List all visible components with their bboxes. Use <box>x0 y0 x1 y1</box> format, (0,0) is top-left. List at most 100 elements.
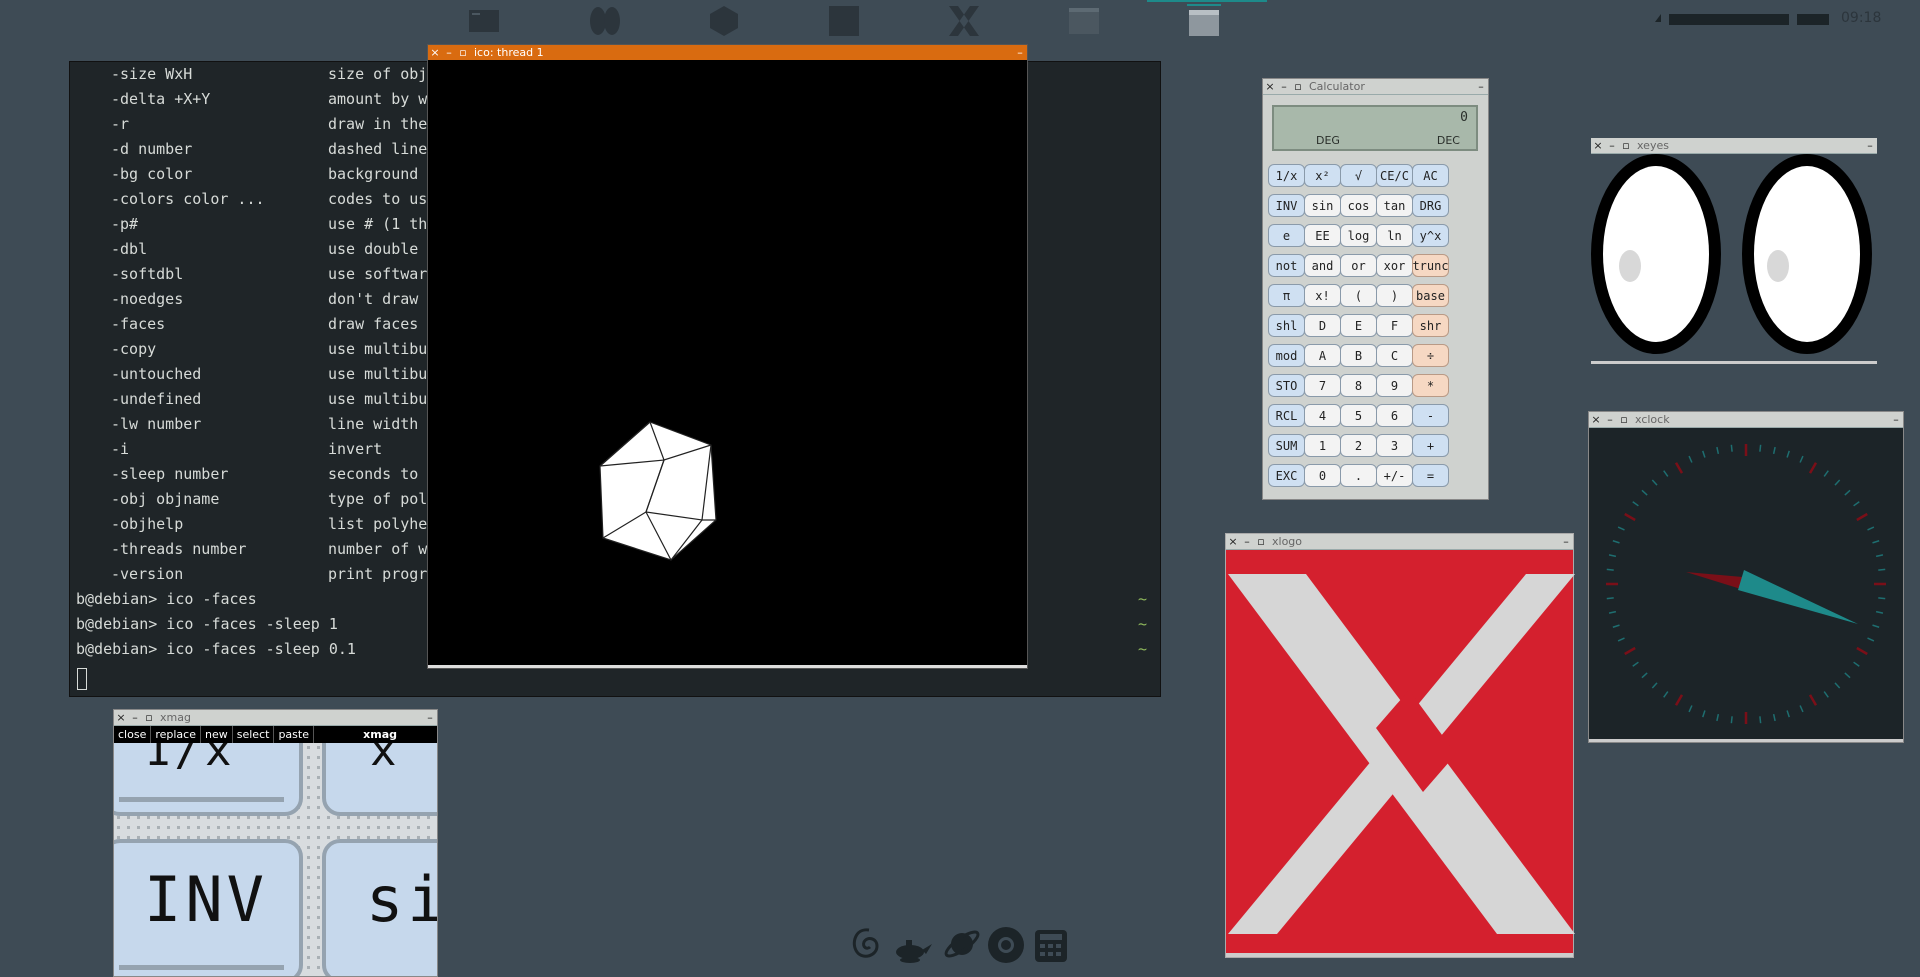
calc-key[interactable]: tan <box>1376 194 1413 217</box>
eyes-icon[interactable] <box>587 4 623 38</box>
xmag-titlebar[interactable]: × – ▫ xmag – <box>114 710 437 726</box>
calc-key[interactable]: 0 <box>1304 464 1341 487</box>
calc-key[interactable]: e <box>1268 224 1305 247</box>
clock-window-icon[interactable] <box>1066 4 1102 38</box>
calc-key[interactable]: or <box>1340 254 1377 277</box>
close-icon[interactable]: × <box>1591 138 1605 153</box>
paste-button[interactable]: paste <box>274 726 314 743</box>
calc-key[interactable]: y^x <box>1412 224 1449 247</box>
xclock-titlebar[interactable]: × – ▫ xclock – <box>1589 412 1903 428</box>
calc-key[interactable]: EE <box>1304 224 1341 247</box>
new-button[interactable]: new <box>201 726 233 743</box>
minimize-icon[interactable]: – <box>1240 534 1254 549</box>
close-icon[interactable]: × <box>428 45 442 60</box>
maximize-icon[interactable]: ▫ <box>1254 534 1268 549</box>
calc-key[interactable]: 2 <box>1340 434 1377 457</box>
calc-key[interactable]: 7 <box>1304 374 1341 397</box>
calc-key[interactable]: +/- <box>1376 464 1413 487</box>
select-button[interactable]: select <box>233 726 275 743</box>
calc-key[interactable]: INV <box>1268 194 1305 217</box>
menu-icon[interactable]: – <box>1889 412 1903 427</box>
close-button[interactable]: close <box>114 726 152 743</box>
menu-icon[interactable]: – <box>423 710 437 725</box>
maximize-icon[interactable]: ▫ <box>1619 138 1633 153</box>
calc-key[interactable]: E <box>1340 314 1377 337</box>
calculator-titlebar[interactable]: × – ▫ Calculator – <box>1263 79 1488 95</box>
debian-swirl-icon[interactable] <box>847 922 883 966</box>
calc-key[interactable]: 6 <box>1376 404 1413 427</box>
calc-key[interactable]: ÷ <box>1412 344 1449 367</box>
calc-key[interactable]: + <box>1412 434 1449 457</box>
minimize-icon[interactable]: – <box>128 710 142 725</box>
calc-key[interactable]: shr <box>1412 314 1449 337</box>
minimize-icon[interactable]: – <box>1605 138 1619 153</box>
xeyes-window[interactable]: × – ▫ xeyes – <box>1591 138 1877 364</box>
xeyes-titlebar[interactable]: × – ▫ xeyes – <box>1591 138 1877 154</box>
xlogo-window[interactable]: × – ▫ xlogo – <box>1225 533 1575 958</box>
calc-key[interactable]: B <box>1340 344 1377 367</box>
calc-key[interactable]: A <box>1304 344 1341 367</box>
ico-titlebar[interactable]: × – ▫ ico: thread 1 – <box>428 45 1027 60</box>
calc-key[interactable]: x² <box>1304 164 1341 187</box>
calc-key[interactable]: shl <box>1268 314 1305 337</box>
xlogo-titlebar[interactable]: × – ▫ xlogo – <box>1226 534 1573 550</box>
chrome-icon[interactable] <box>986 925 1026 965</box>
xlogo-icon[interactable] <box>946 4 982 38</box>
calc-key[interactable]: ln <box>1376 224 1413 247</box>
menu-icon[interactable]: – <box>1863 138 1877 153</box>
calc-key[interactable]: 1/x <box>1268 164 1305 187</box>
calc-key[interactable]: DRG <box>1412 194 1449 217</box>
icosahedron-icon[interactable] <box>706 4 742 38</box>
xclock-window[interactable]: × – ▫ xclock – <box>1588 411 1904 743</box>
calc-key[interactable]: ) <box>1376 284 1413 307</box>
calc-key[interactable]: * <box>1412 374 1449 397</box>
calc-key[interactable]: F <box>1376 314 1413 337</box>
calc-key[interactable]: 9 <box>1376 374 1413 397</box>
planet-icon[interactable] <box>942 924 982 964</box>
calc-key[interactable]: 3 <box>1376 434 1413 457</box>
calc-key[interactable]: - <box>1412 404 1449 427</box>
replace-button[interactable]: replace <box>151 726 201 743</box>
calc-key[interactable]: AC <box>1412 164 1449 187</box>
minimize-icon[interactable]: – <box>442 45 456 60</box>
calc-key[interactable]: D <box>1304 314 1341 337</box>
calc-key[interactable]: log <box>1340 224 1377 247</box>
close-icon[interactable]: × <box>1263 79 1277 94</box>
calc-key[interactable]: EXC <box>1268 464 1305 487</box>
maximize-icon[interactable]: ▫ <box>1617 412 1631 427</box>
maximize-icon[interactable]: ▫ <box>142 710 156 725</box>
calc-key[interactable]: cos <box>1340 194 1377 217</box>
maximize-icon[interactable]: ▫ <box>1291 79 1305 94</box>
calc-key[interactable]: 4 <box>1304 404 1341 427</box>
calc-key[interactable]: not <box>1268 254 1305 277</box>
calc-key[interactable]: √ <box>1340 164 1377 187</box>
menu-icon[interactable]: – <box>1559 534 1573 549</box>
calc-key[interactable]: sin <box>1304 194 1341 217</box>
calc-key[interactable]: 1 <box>1304 434 1341 457</box>
close-icon[interactable]: × <box>1226 534 1240 549</box>
calculator-app-icon[interactable] <box>826 4 862 38</box>
genie-lamp-icon[interactable] <box>890 924 934 966</box>
terminal-icon[interactable] <box>466 4 502 38</box>
calc-key[interactable]: SUM <box>1268 434 1305 457</box>
calc-key[interactable]: 5 <box>1340 404 1377 427</box>
calc-key[interactable]: CE/C <box>1376 164 1413 187</box>
calc-key[interactable]: trunc <box>1412 254 1449 277</box>
calc-key[interactable]: x! <box>1304 284 1341 307</box>
calc-key[interactable]: and <box>1304 254 1341 277</box>
calc-key[interactable]: . <box>1340 464 1377 487</box>
menu-icon[interactable]: – <box>1474 79 1488 94</box>
calc-key[interactable]: base <box>1412 284 1449 307</box>
close-icon[interactable]: × <box>114 710 128 725</box>
calc-key[interactable]: π <box>1268 284 1305 307</box>
calc-key[interactable]: mod <box>1268 344 1305 367</box>
calc-key[interactable]: C <box>1376 344 1413 367</box>
calculator-icon[interactable] <box>1033 928 1069 964</box>
calc-key[interactable]: RCL <box>1268 404 1305 427</box>
calc-key[interactable]: = <box>1412 464 1449 487</box>
xmag-window[interactable]: × – ▫ xmag – close replace new select pa… <box>113 709 438 977</box>
minimize-icon[interactable]: – <box>1277 79 1291 94</box>
menu-icon[interactable]: – <box>1013 45 1027 60</box>
ico-window[interactable]: × – ▫ ico: thread 1 – <box>427 44 1028 669</box>
minimize-icon[interactable]: – <box>1603 412 1617 427</box>
